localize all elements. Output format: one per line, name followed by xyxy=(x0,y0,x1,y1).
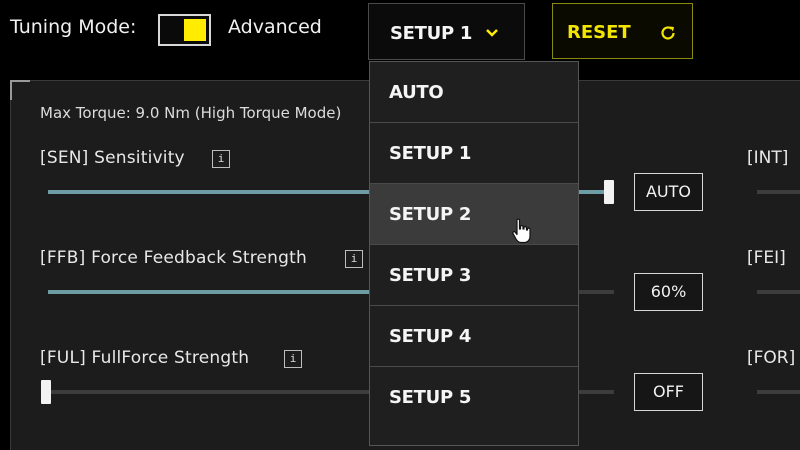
slider-track-fei[interactable] xyxy=(757,290,800,294)
dropdown-option-label: SETUP 4 xyxy=(389,326,472,347)
param-label-fei: [FEI] xyxy=(747,248,786,268)
slider-track-for[interactable] xyxy=(757,390,800,394)
slider-fill-ffb xyxy=(48,290,388,294)
dropdown-option-setup-3[interactable]: SETUP 3 xyxy=(370,245,578,306)
param-label-ffb: [FFB] Force Feedback Strength xyxy=(40,248,307,268)
param-label-int: [INT] xyxy=(747,148,789,168)
param-label-sen: [SEN] Sensitivity xyxy=(40,148,185,168)
slider-thumb-ful[interactable] xyxy=(41,380,51,404)
dropdown-option-label: SETUP 1 xyxy=(389,143,472,164)
setup-selected-value: SETUP 1 xyxy=(390,23,473,44)
dropdown-option-setup-2[interactable]: SETUP 2 xyxy=(370,184,578,245)
refresh-icon xyxy=(661,26,675,40)
slider-thumb-sen[interactable] xyxy=(604,180,614,204)
reset-button[interactable]: RESET xyxy=(552,3,693,59)
dropdown-option-setup-5[interactable]: SETUP 5 xyxy=(370,367,578,445)
param-label-ful: [FUL] FullForce Strength xyxy=(40,348,250,368)
dropdown-option-setup-1[interactable]: SETUP 1 xyxy=(370,123,578,184)
tuning-mode-label: Tuning Mode: xyxy=(10,16,137,38)
info-icon[interactable]: i xyxy=(345,250,363,268)
dropdown-option-label: SETUP 2 xyxy=(389,204,472,225)
chevron-down-icon xyxy=(486,29,498,37)
tuning-mode-value: Advanced xyxy=(228,16,322,38)
dropdown-option-label: SETUP 5 xyxy=(389,387,472,408)
dropdown-option-label: SETUP 3 xyxy=(389,265,472,286)
value-box-ffb[interactable]: 60% xyxy=(634,273,703,311)
top-bar: Tuning Mode: Advanced SETUP 1 RESET xyxy=(0,0,800,70)
param-label-for: [FOR] xyxy=(747,348,796,368)
value-box-ful[interactable]: OFF xyxy=(634,373,703,411)
slider-track-int[interactable] xyxy=(757,190,800,194)
max-torque-text: Max Torque: 9.0 Nm (High Torque Mode) xyxy=(40,104,342,122)
dropdown-option-auto[interactable]: AUTO xyxy=(370,62,578,123)
setup-select[interactable]: SETUP 1 xyxy=(368,3,525,60)
setup-dropdown-menu: AUTO SETUP 1 SETUP 2 SETUP 3 SETUP 4 SET… xyxy=(369,61,579,446)
hand-pointer-icon xyxy=(512,218,531,244)
tuning-mode-toggle[interactable] xyxy=(158,14,211,46)
info-icon[interactable]: i xyxy=(212,150,230,168)
dropdown-option-label: AUTO xyxy=(389,82,444,103)
panel-corner-accent xyxy=(10,80,30,100)
value-box-sen[interactable]: AUTO xyxy=(634,173,703,211)
toggle-knob xyxy=(184,19,206,41)
info-icon[interactable]: i xyxy=(284,350,302,368)
reset-label: RESET xyxy=(567,22,631,43)
dropdown-option-setup-4[interactable]: SETUP 4 xyxy=(370,306,578,367)
